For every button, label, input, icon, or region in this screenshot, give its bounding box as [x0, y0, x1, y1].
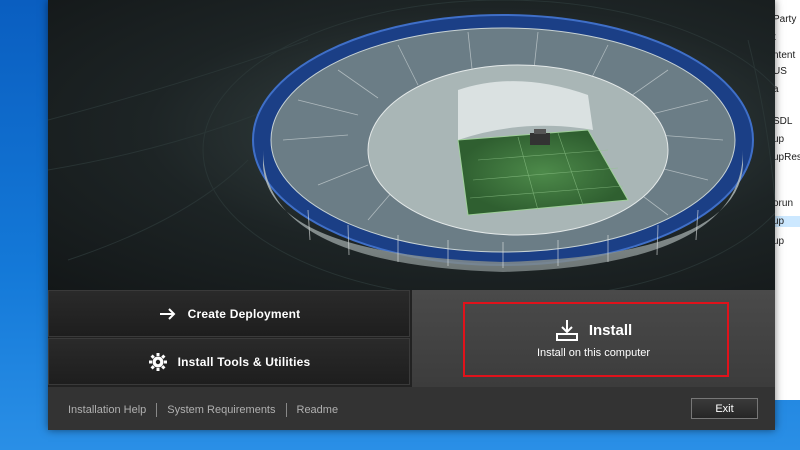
stadium-illustration [48, 0, 775, 290]
installer-window: Create Deployment Install Tools & Utilit… [48, 0, 775, 430]
install-tools-label: Install Tools & Utilities [177, 354, 311, 369]
bg-list-item[interactable]: Party [773, 14, 796, 25]
bg-list-item[interactable]: orun [773, 198, 793, 209]
arrow-right-icon [159, 307, 176, 320]
footer-links: Installation Help System Requirements Re… [68, 403, 338, 417]
bg-list-item[interactable]: upRes [773, 152, 800, 163]
readme-link[interactable]: Readme [297, 404, 339, 416]
bg-list-item[interactable]: US [773, 66, 787, 77]
exit-button[interactable]: Exit [691, 398, 758, 419]
gear-icon [148, 352, 167, 371]
system-requirements-link[interactable]: System Requirements [167, 404, 275, 416]
bg-list-item[interactable]: ntent [773, 50, 795, 61]
create-deployment-label: Create Deployment [187, 306, 301, 321]
link-divider [156, 403, 158, 417]
bg-list-item[interactable]: SDL [773, 116, 792, 127]
link-divider [285, 403, 287, 417]
create-deployment-button[interactable]: Create Deployment [48, 290, 410, 337]
installation-help-link[interactable]: Installation Help [68, 404, 146, 416]
install-highlight-box [463, 302, 729, 377]
install-tools-button[interactable]: Install Tools & Utilities [48, 338, 410, 385]
installer-footer: Installation Help System Requirements Re… [48, 387, 775, 430]
stadium-hero-image [48, 0, 775, 290]
